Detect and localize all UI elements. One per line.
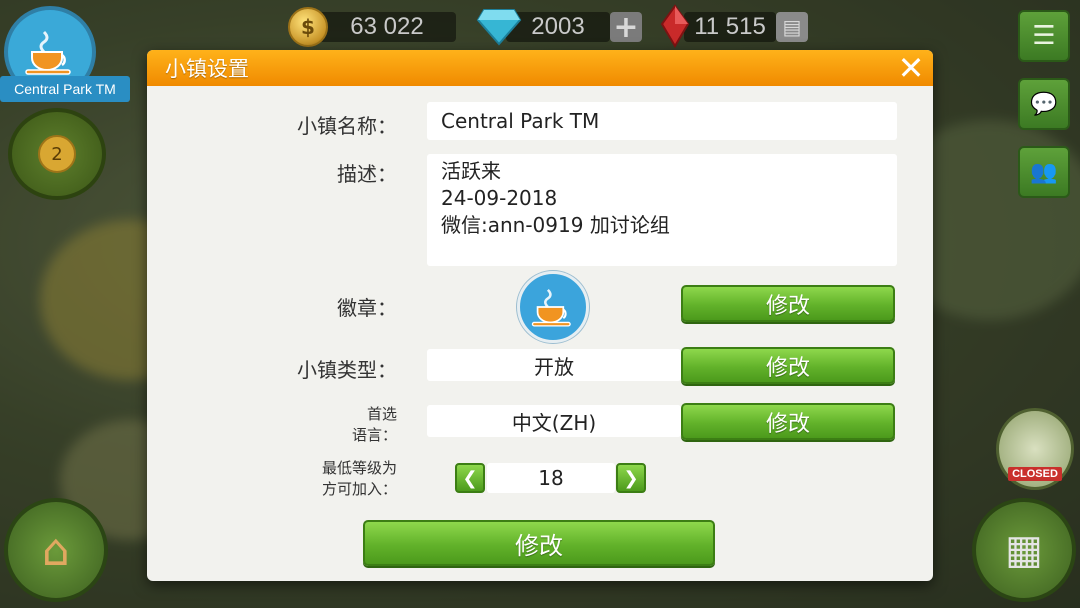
buy-gems-button[interactable]: + [610, 10, 642, 45]
min-level-label: 最低等级为 方可加入： [277, 458, 397, 500]
chat-icon: 💬 [1030, 91, 1058, 117]
emblem-preview [517, 271, 589, 343]
language-label: 首选 语言： [297, 404, 397, 446]
rubies-value: 11 515 [684, 12, 776, 42]
build-shop-button[interactable]: ⌂ [4, 498, 108, 602]
cash-register-button[interactable]: ▦ [972, 498, 1076, 602]
menu-list-icon: ☰ [1032, 21, 1056, 51]
closed-tag: CLOSED [1008, 467, 1062, 481]
coffee-cup-icon [25, 30, 71, 75]
min-level-label-line: 最低等级为 [321, 459, 397, 477]
change-language-button[interactable]: 修改 [681, 403, 895, 440]
change-town-type-button[interactable]: 修改 [681, 347, 895, 384]
chevron-left-icon: ❮ [462, 467, 478, 489]
closed-balloon-badge[interactable]: CLOSED [996, 408, 1074, 490]
dialog-header: 小镇设置 ✕ [147, 50, 933, 86]
dialog-title: 小镇设置 [165, 57, 249, 81]
coins-value: 63 022 [318, 12, 456, 42]
town-level-number: 2 [38, 135, 76, 173]
town-type-label: 小镇类型： [297, 358, 397, 382]
town-type-value: 开放 [427, 349, 681, 381]
submit-button[interactable]: 修改 [363, 520, 715, 566]
ruby-shop-icon[interactable]: ▤ [776, 12, 808, 42]
town-level-badge[interactable]: 2 [8, 108, 106, 200]
min-level-label-line: 方可加入： [321, 480, 397, 498]
chevron-right-icon: ❯ [623, 467, 639, 489]
min-level-value: 18 [487, 463, 615, 493]
description-field[interactable]: 活跃来 24-09-2018 微信:ann-0919 加讨论组 [427, 154, 897, 266]
description-label: 描述： [337, 162, 397, 186]
description-line: 24-09-2018 [441, 186, 558, 210]
town-name-field[interactable]: Central Park TM [427, 102, 897, 140]
language-label-line: 语言： [351, 426, 397, 444]
description-line: 微信:ann-0919 加讨论组 [441, 213, 670, 237]
emblem-label: 徽章： [337, 296, 397, 320]
cash-register-icon: ▦ [1005, 527, 1043, 573]
town-name-ribbon: Central Park TM [0, 76, 130, 102]
town-name-label: 小镇名称： [297, 114, 397, 138]
friends-button[interactable]: 👥 [1018, 146, 1070, 198]
change-emblem-button[interactable]: 修改 [681, 285, 895, 322]
coin-icon: $ [288, 7, 328, 47]
increase-level-button[interactable]: ❯ [616, 463, 646, 493]
gem-icon [476, 9, 522, 46]
coffee-cup-icon [531, 288, 571, 327]
ruby-icon [660, 4, 690, 48]
decrease-level-button[interactable]: ❮ [455, 463, 485, 493]
town-settings-dialog: 小镇设置 ✕ 小镇名称： Central Park TM 描述： 活跃来 24-… [147, 50, 933, 581]
chat-button[interactable]: 💬 [1018, 78, 1070, 130]
menu-list-button[interactable]: ☰ [1018, 10, 1070, 62]
description-line: 活跃来 [441, 159, 501, 183]
friends-icon: 👥 [1030, 159, 1058, 185]
close-button[interactable]: ✕ [895, 52, 927, 84]
language-label-line: 首选 [366, 405, 397, 423]
house-icon: ⌂ [42, 524, 70, 576]
language-value: 中文(ZH) [427, 405, 681, 437]
